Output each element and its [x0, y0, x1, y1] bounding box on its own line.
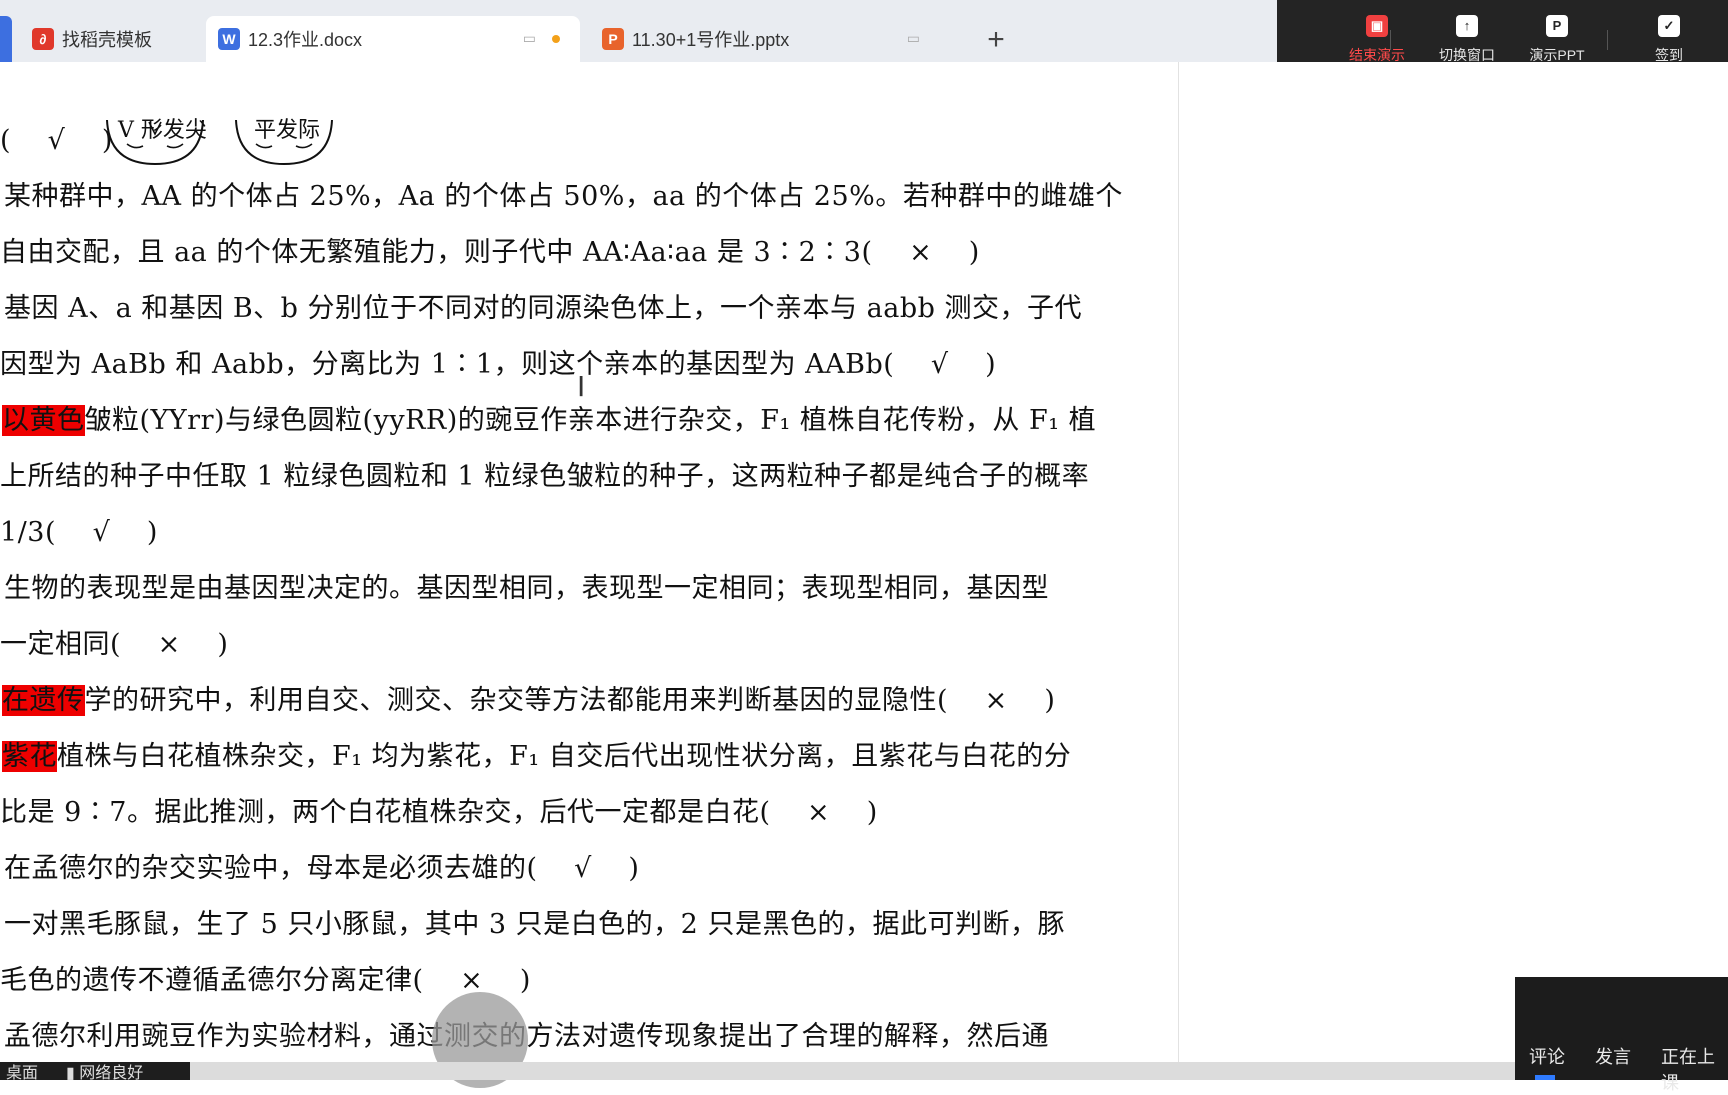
v-hairline-label: V 形发尖 — [118, 118, 207, 143]
tab-label: 找稻壳模板 — [62, 30, 152, 50]
doc-line: 以黄色皱粒(YYrr)与绿色圆粒(yyRR)的豌豆作亲本进行杂交，F₁ 植株自花… — [2, 398, 1096, 437]
calendar-check-icon: ✓ — [1658, 14, 1680, 37]
page-margin-area — [1178, 62, 1728, 1062]
highlighted-text: 在遗传 — [2, 685, 85, 716]
signal-icon: ▮ — [66, 1065, 75, 1082]
doc-line: 在遗传学的研究中，利用自交、测交、杂交等方法都能用来判断基因的显隐性( × ) — [2, 678, 1055, 717]
ppt-icon: P — [1546, 14, 1568, 37]
tab-bar-edge — [0, 16, 12, 62]
doc-line: 上所结的种子中任取 1 粒绿色圆粒和 1 粒绿色皱粒的种子，这两粒种子都是纯合子… — [0, 461, 1090, 492]
daoke-logo-icon: ∂ — [32, 28, 54, 50]
ppt-doc-icon: P — [602, 28, 624, 50]
doc-line: 一对黑毛豚鼠，生了 5 只小豚鼠，其中 3 只是白色的，2 只是黑色的，据此可判… — [4, 909, 1065, 940]
monitor-icon[interactable]: ▭ — [523, 30, 536, 47]
upload-icon: ↑ — [1456, 14, 1478, 37]
highlighted-text: 以黄色 — [2, 405, 85, 436]
active-tab-indicator — [1535, 1075, 1555, 1080]
end-show-icon: ▣ — [1366, 14, 1388, 37]
doc-line: 在孟德尔的杂交实验中，母本是必须去雄的( √ ) — [4, 853, 640, 884]
doc-line: 一定相同( × ) — [0, 629, 229, 660]
doc-line: 毛色的遗传不遵循孟德尔分离定律( × ) — [0, 965, 531, 996]
tab-pptx[interactable]: P 11.30+1号作业.pptx ▭ — [590, 16, 960, 62]
doc-line-text: 学的研究中，利用自交、测交、杂交等方法都能用来判断基因的显隐性( × ) — [84, 685, 1056, 716]
taskbar-strip — [190, 1062, 1515, 1080]
tab-in-class[interactable]: 正在上课 — [1661, 1043, 1728, 1095]
doc-line: 自由交配，且 aa 的个体无繁殖能力，则子代中 AA∶Aa∶aa 是 3∶2∶3… — [0, 237, 980, 268]
doc-line: 某种群中，AA 的个体占 25%，Aa 的个体占 50%，aa 的个体占 25%… — [4, 181, 1123, 212]
tab-label: 11.30+1号作业.pptx — [632, 30, 790, 50]
network-label: 网络良好 — [79, 1065, 144, 1082]
tab-label: 12.3作业.docx — [248, 30, 363, 50]
doc-line-text: 皱粒(YYrr)与绿色圆粒(yyRR)的豌豆作亲本进行杂交，F₁ 植株自花传粉，… — [84, 405, 1097, 436]
doc-line: 基因 A、a 和基因 B、b 分别位于不同对的同源染色体上，一个亲本与 aabb… — [4, 293, 1082, 324]
tab-comments[interactable]: 评论 — [1529, 1043, 1565, 1069]
tab-daoke-templates[interactable]: ∂ 找稻壳模板 — [20, 16, 200, 62]
straight-hairline-label: 平发际 — [254, 118, 321, 143]
tab-active-docx[interactable]: W 12.3作业.docx ▭ — [206, 16, 580, 62]
doc-line: 1/3( √ ) — [0, 517, 158, 548]
new-tab-button[interactable]: + — [976, 20, 1016, 60]
doc-line: 因型为 AaBb 和 Aabb，分离比为 1∶1，则这个亲本的基因型为 AABb… — [0, 349, 997, 380]
chat-panel: 评论 发言 正在上课 — [1515, 977, 1728, 1093]
doc-line: 比是 9∶7。据此推测，两个白花植株杂交，后代一定都是白花( × ) — [0, 797, 878, 828]
doc-line: ( √ ) — [0, 125, 113, 156]
tab-speak[interactable]: 发言 — [1595, 1043, 1631, 1069]
highlighted-text: 紫花 — [2, 741, 57, 772]
monitor-icon[interactable]: ▭ — [907, 30, 920, 47]
status-bar: 桌面 ▮ 网络良好 — [0, 1059, 190, 1083]
word-doc-icon: W — [218, 28, 240, 50]
doc-line: 紫花植株与白花植株杂交，F₁ 均为紫花，F₁ 自交后代出现性状分离，且紫花与白花… — [2, 734, 1071, 773]
toolbar-divider — [1607, 30, 1608, 50]
doc-line-text: 植株与白花植株杂交，F₁ 均为紫花，F₁ 自交后代出现性状分离，且紫花与白花的分 — [57, 741, 1072, 772]
desktop-label[interactable]: 桌面 — [6, 1059, 38, 1083]
doc-line: 生物的表现型是由基因型决定的。基因型相同，表现型一定相同；表现型相同，基因型 — [4, 573, 1049, 604]
text-cursor-icon: I — [577, 370, 586, 403]
unsaved-dot-icon — [552, 35, 560, 43]
network-status: ▮ 网络良好 — [66, 1059, 143, 1083]
toolbar-divider — [1390, 30, 1391, 50]
